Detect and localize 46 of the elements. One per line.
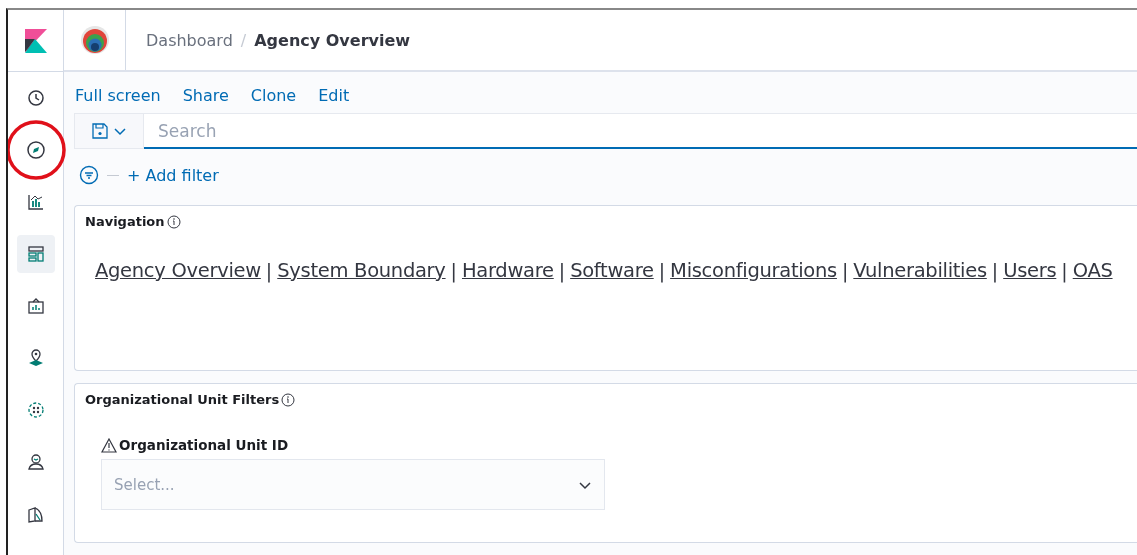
chevron-down-icon xyxy=(113,126,127,136)
nav-link[interactable]: System Boundary xyxy=(277,259,446,282)
link-separator: | xyxy=(991,259,999,282)
breadcrumb[interactable]: Dashboard xyxy=(146,30,233,50)
dashboard-icon xyxy=(25,244,46,264)
nav-link[interactable]: Misconfigurations xyxy=(670,259,837,282)
nav-link[interactable]: Hardware xyxy=(462,259,554,282)
nav-link[interactable]: Users xyxy=(1003,259,1057,282)
nav-link[interactable]: Software xyxy=(570,259,654,282)
nav-link[interactable]: Vulnerabilities xyxy=(853,259,987,282)
add-filter-button[interactable]: + Add filter xyxy=(127,165,219,185)
sidebar-item[interactable] xyxy=(16,235,55,273)
save-icon xyxy=(91,122,109,140)
panel-title: Organizational Unit Filters xyxy=(85,392,280,407)
field-label: Organizational Unit ID xyxy=(119,437,289,453)
warning-icon xyxy=(101,437,117,453)
breadcrumb: Agency Overview xyxy=(254,30,411,50)
clock-icon xyxy=(25,88,46,108)
info-icon xyxy=(281,392,296,407)
link-separator: | xyxy=(658,259,666,282)
nav-link[interactable]: OAS xyxy=(1072,259,1113,282)
cluster-icon xyxy=(25,400,46,420)
person-icon xyxy=(25,452,46,472)
compass-icon xyxy=(25,140,46,160)
chevron-down-icon xyxy=(578,479,592,490)
toolbar-link[interactable]: Share xyxy=(182,86,229,105)
toolbar-link[interactable]: Full screen xyxy=(75,86,161,105)
toolbar-link[interactable]: Clone xyxy=(250,86,297,105)
link-separator: | xyxy=(1061,259,1068,282)
link-separator: | xyxy=(450,259,457,282)
canvas-icon xyxy=(25,296,46,316)
breadcrumb-separator: / xyxy=(240,30,247,50)
link-separator: | xyxy=(265,259,273,282)
filter-icon xyxy=(79,165,99,185)
saved-query-button[interactable] xyxy=(74,113,144,149)
logo-icon xyxy=(22,27,49,54)
search-field[interactable]: Search xyxy=(144,113,1137,149)
info-icon xyxy=(166,214,181,229)
link-separator: | xyxy=(558,259,566,282)
toolbar-link[interactable]: Edit xyxy=(318,86,350,105)
link-separator: | xyxy=(841,259,849,282)
book-icon xyxy=(25,504,46,524)
space-avatar-icon xyxy=(79,25,110,55)
bar-chart-icon xyxy=(25,192,46,212)
panel-title: Navigation xyxy=(85,214,165,229)
nav-link[interactable]: Agency Overview xyxy=(95,259,261,282)
